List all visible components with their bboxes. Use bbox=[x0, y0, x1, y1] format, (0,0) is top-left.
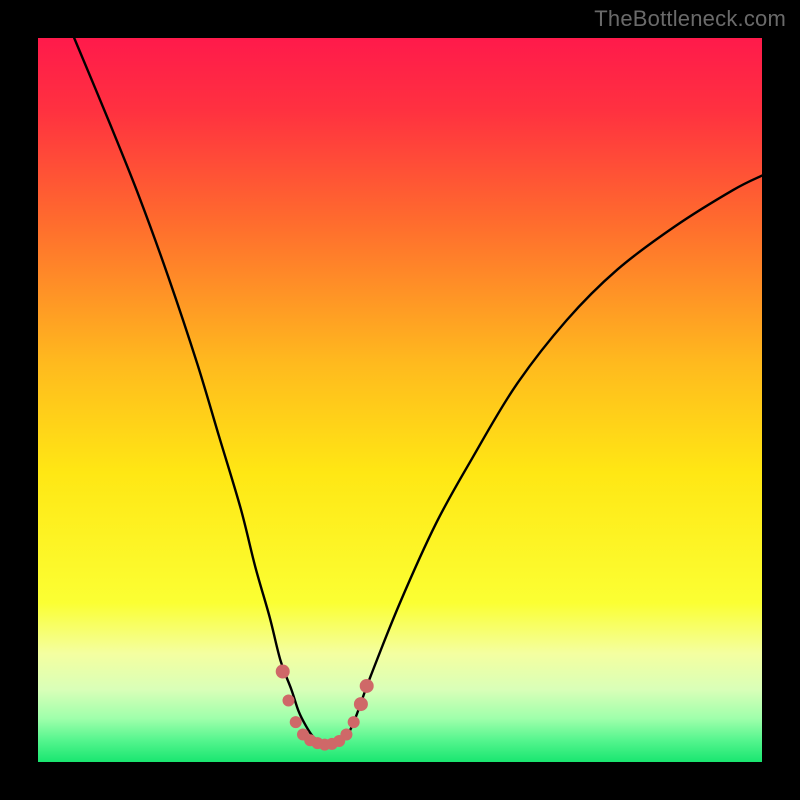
plot-area bbox=[38, 38, 762, 762]
highlight-point bbox=[348, 716, 360, 728]
watermark-text: TheBottleneck.com bbox=[594, 6, 786, 32]
highlight-point bbox=[354, 697, 368, 711]
highlight-point bbox=[276, 665, 290, 679]
chart-frame: TheBottleneck.com bbox=[0, 0, 800, 800]
gradient-background bbox=[38, 38, 762, 762]
highlight-point bbox=[360, 679, 374, 693]
highlight-point bbox=[290, 716, 302, 728]
highlight-point bbox=[340, 728, 352, 740]
chart-svg bbox=[38, 38, 762, 762]
highlight-point bbox=[283, 694, 295, 706]
